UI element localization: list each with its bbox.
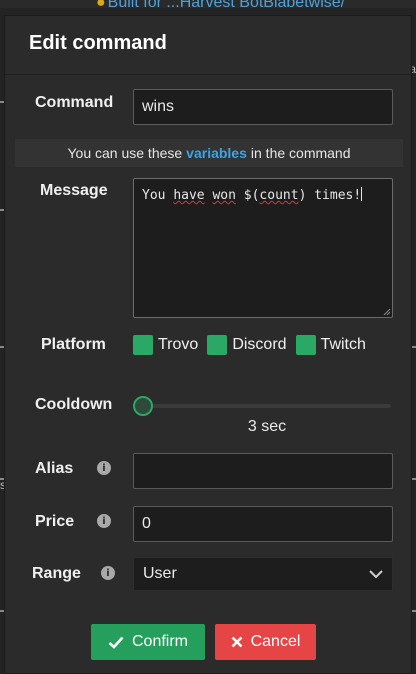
cooldown-slider-thumb[interactable] bbox=[133, 396, 153, 416]
background-link: ● Built for ...Harvest BotBiabetwise/ bbox=[96, 0, 345, 12]
confirm-button[interactable]: Confirm bbox=[91, 624, 205, 660]
price-info-icon[interactable]: i bbox=[97, 514, 111, 528]
check-icon bbox=[108, 636, 124, 649]
cancel-button[interactable]: Cancel bbox=[215, 624, 316, 660]
cooldown-value: 3 sec bbox=[247, 418, 287, 435]
message-text-part: You bbox=[142, 188, 166, 203]
cancel-button-label: Cancel bbox=[250, 633, 301, 650]
message-text-part: $( bbox=[235, 188, 260, 203]
chevron-down-icon bbox=[369, 569, 383, 578]
variables-link[interactable]: variables bbox=[186, 145, 247, 161]
checkbox-box bbox=[207, 335, 228, 355]
checkbox-box bbox=[295, 335, 316, 355]
resize-grip-icon[interactable] bbox=[383, 308, 391, 316]
cooldown-label: Cooldown bbox=[35, 396, 113, 413]
command-label: Command bbox=[35, 94, 114, 111]
platform-checkbox-discord[interactable]: Discord bbox=[207, 335, 287, 355]
confirm-button-label: Confirm bbox=[131, 633, 188, 650]
price-input[interactable]: 0 bbox=[133, 506, 393, 542]
message-text-spellcheck: have bbox=[173, 188, 205, 203]
alias-info-icon[interactable]: i bbox=[97, 461, 111, 475]
message-text-spellcheck: count bbox=[259, 188, 299, 203]
modal-divider bbox=[5, 74, 411, 75]
range-selected-value: User bbox=[143, 565, 177, 582]
cooldown-slider-track[interactable] bbox=[143, 404, 391, 408]
x-icon bbox=[231, 636, 243, 648]
hint-prefix: You can use these bbox=[67, 145, 183, 161]
background-tick bbox=[412, 478, 416, 480]
platform-options: Trovo Discord Twitch bbox=[133, 335, 375, 355]
alias-label: Alias bbox=[35, 460, 74, 477]
background-link-text: Built for ...Harvest BotBiabetwise/ bbox=[107, 0, 346, 11]
platform-checkbox-twitch[interactable]: Twitch bbox=[295, 335, 366, 355]
background-tick bbox=[412, 610, 416, 612]
edit-command-modal: Edit command Command wins You can use th… bbox=[4, 15, 412, 674]
command-input[interactable]: wins bbox=[133, 89, 393, 125]
price-input-value: 0 bbox=[142, 515, 151, 532]
command-input-value: wins bbox=[142, 98, 175, 115]
alias-input[interactable] bbox=[133, 453, 393, 489]
message-textarea[interactable]: You have won $(count) times! bbox=[133, 178, 393, 318]
platform-checkbox-trovo[interactable]: Trovo bbox=[133, 335, 198, 355]
text-caret bbox=[361, 187, 363, 201]
hint-suffix: in the command bbox=[250, 145, 351, 161]
checkbox-box bbox=[133, 335, 153, 355]
message-text-part: ) times! bbox=[298, 188, 362, 203]
checkbox-label: Twitch bbox=[320, 336, 366, 353]
message-label: Message bbox=[40, 182, 108, 199]
checkbox-label: Discord bbox=[232, 336, 287, 353]
checkbox-label: Trovo bbox=[158, 336, 199, 353]
range-select[interactable]: User bbox=[133, 557, 393, 591]
variables-hint: You can use these variables in the comma… bbox=[15, 139, 403, 167]
message-text-spellcheck: won bbox=[212, 188, 236, 203]
price-label: Price bbox=[35, 513, 75, 530]
background-tick bbox=[412, 346, 416, 348]
platform-label: Platform bbox=[41, 336, 106, 353]
range-info-icon[interactable]: i bbox=[101, 566, 115, 580]
background-dot-icon: ● bbox=[96, 0, 106, 11]
modal-title: Edit command bbox=[29, 32, 167, 54]
range-label: Range bbox=[32, 565, 81, 582]
